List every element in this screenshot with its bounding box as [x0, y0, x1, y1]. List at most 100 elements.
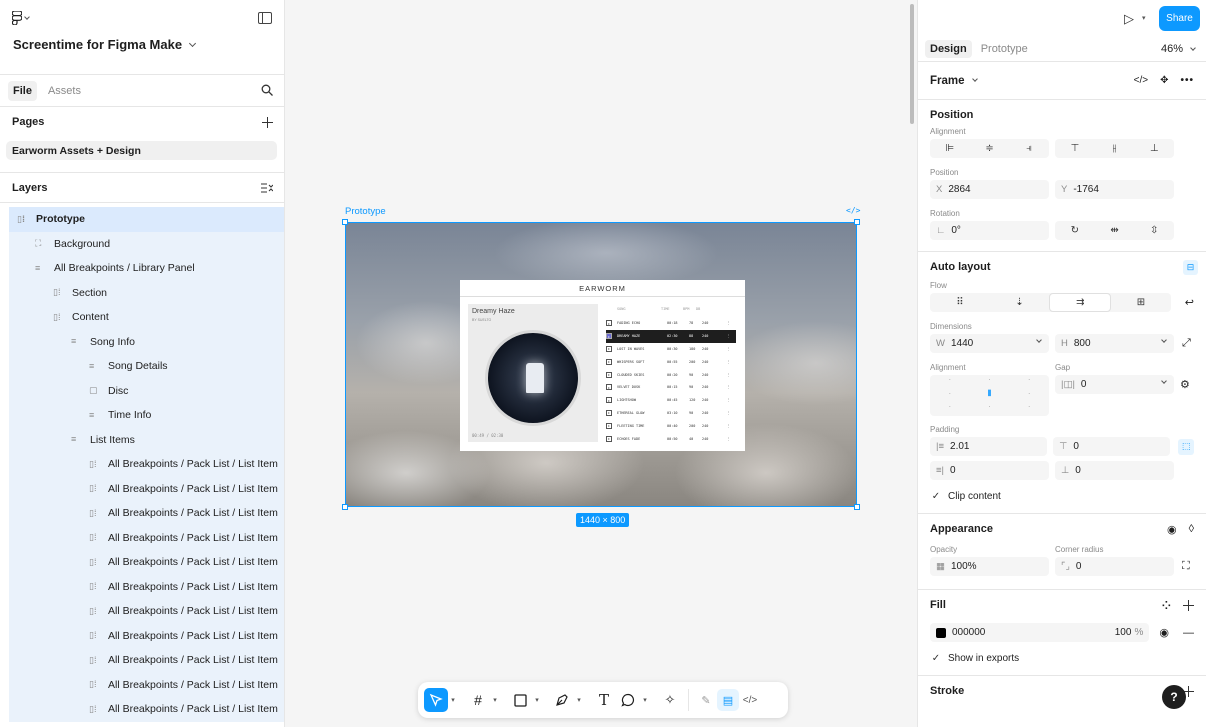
add-page-icon[interactable] [262, 116, 273, 128]
rotate-icon[interactable]: ↻ [1055, 221, 1095, 240]
resize-to-fit-icon[interactable]: ⤢ [1182, 337, 1191, 350]
layer-row[interactable]: ≡ List Items [9, 427, 284, 452]
layer-row[interactable]: ▯⁞ All Breakpoints / Pack List / List Ite… [9, 648, 284, 673]
align-center-v-icon[interactable]: ⫲ [1095, 139, 1135, 158]
actions-tool-button[interactable]: ✧ [658, 688, 682, 712]
layer-row[interactable]: ▯⁞ Content [9, 305, 284, 330]
rotation-field[interactable]: ∟ 0° [930, 221, 1049, 240]
chevron-down-icon[interactable]: ▾ [490, 696, 500, 704]
tab-file[interactable]: File [8, 80, 37, 101]
resize-handle[interactable] [342, 504, 348, 510]
layer-row[interactable]: ▯⁞ All Breakpoints / Pack List / List Ite… [9, 574, 284, 599]
gap-field[interactable]: |◫| 0 [1055, 375, 1174, 394]
checkmark-icon[interactable]: ✓ [930, 652, 942, 664]
canvas-scrollbar[interactable] [910, 4, 914, 124]
remove-fill-icon[interactable]: — [1183, 627, 1194, 639]
checkmark-icon[interactable]: ✓ [930, 490, 942, 502]
width-field[interactable]: W 1440 [930, 334, 1049, 353]
chevron-down-icon[interactable]: ▾ [448, 696, 458, 704]
chevron-down-icon[interactable]: ▾ [532, 696, 542, 704]
y-field[interactable]: Y -1764 [1055, 180, 1174, 199]
chevron-down-icon[interactable]: ▾ [1142, 14, 1146, 22]
chevron-down-icon[interactable]: ▾ [640, 696, 650, 704]
comment-tool-button[interactable] [616, 688, 640, 712]
padding-right-field[interactable]: ≡| 0 [930, 461, 1049, 480]
layer-row[interactable]: ≡ Time Info [9, 403, 284, 428]
layer-row[interactable]: ≡ All Breakpoints / Library Panel [9, 256, 284, 281]
expand-corners-icon[interactable]: ⛶ [1182, 560, 1190, 573]
flip-vertical-icon[interactable]: ⇳ [1134, 221, 1174, 240]
chevron-down-icon[interactable]: ▾ [574, 696, 584, 704]
clip-content-row[interactable]: ✓ Clip content [930, 485, 1194, 507]
help-button[interactable]: ? [1162, 685, 1186, 709]
selection-type-dropdown[interactable]: Frame [930, 75, 978, 87]
layer-row[interactable]: ⛶ Background [9, 231, 284, 256]
dev-mode-button[interactable]: </> [739, 689, 761, 711]
component-icon[interactable]: ✥ [1160, 75, 1168, 86]
pen-tool-button[interactable] [550, 688, 574, 712]
vertical-flow-icon[interactable]: ⇣ [990, 293, 1050, 312]
padding-top-field[interactable]: ⊤ 0 [1053, 437, 1171, 456]
tab-assets[interactable]: Assets [43, 81, 86, 101]
align-bottom-icon[interactable]: ⊥ [1134, 139, 1174, 158]
design-mode-button[interactable]: ▤ [717, 689, 739, 711]
show-in-exports-row[interactable]: ✓ Show in exports [930, 647, 1194, 669]
padding-left-field[interactable]: |≡ 2.01 [930, 437, 1048, 456]
blend-mode-icon[interactable]: ◊ [1189, 523, 1194, 536]
layer-row[interactable]: ▯⁞ All Breakpoints / Pack List / List Ite… [9, 550, 284, 575]
file-name-button[interactable]: Screentime for Figma Make [13, 37, 197, 52]
horizontal-flow-icon[interactable]: ⇉ [1049, 293, 1112, 312]
main-menu-button[interactable] [12, 11, 30, 25]
layer-row[interactable]: ▯⁞ All Breakpoints / Pack List / List Ite… [9, 672, 284, 697]
code-icon[interactable]: </> [1134, 75, 1148, 86]
add-fill-icon[interactable] [1183, 599, 1194, 611]
share-button[interactable]: Share [1159, 6, 1200, 31]
resize-handle[interactable] [342, 219, 348, 225]
align-center-h-icon[interactable]: ≑ [970, 139, 1010, 158]
flip-horizontal-icon[interactable]: ⇹ [1095, 221, 1135, 240]
x-field[interactable]: X 2864 [930, 180, 1049, 199]
layer-row[interactable]: ▯⁞ All Breakpoints / Pack List / List Ite… [9, 599, 284, 624]
play-icon[interactable]: ▷ [1124, 11, 1134, 27]
layer-row[interactable]: ▯⁞ Prototype [9, 207, 284, 232]
padding-bottom-field[interactable]: ⊥ 0 [1055, 461, 1174, 480]
layer-row[interactable]: ▢ Disc [9, 378, 284, 403]
layer-row[interactable]: ≡ Song Details [9, 354, 284, 379]
layer-row[interactable]: ▯⁞ All Breakpoints / Pack List / List Ite… [9, 452, 284, 477]
individual-padding-icon[interactable]: ⬚ [1178, 438, 1194, 455]
layer-row[interactable]: ▯⁞ All Breakpoints / Pack List / List Ite… [9, 501, 284, 526]
tab-prototype[interactable]: Prototype [976, 40, 1033, 58]
align-top-icon[interactable]: ⊤ [1055, 139, 1095, 158]
layer-row[interactable]: ▯⁞ All Breakpoints / Pack List / List Ite… [9, 697, 284, 722]
grid-flow-icon[interactable]: ⊞ [1111, 293, 1171, 312]
code-icon[interactable]: </> [846, 206, 860, 215]
zoom-control[interactable]: 46% [1161, 43, 1196, 55]
move-tool-button[interactable] [424, 688, 448, 712]
text-tool-button[interactable]: T [592, 688, 616, 712]
resize-handle[interactable] [854, 504, 860, 510]
resize-handle[interactable] [854, 219, 860, 225]
collapse-layers-icon[interactable] [261, 182, 273, 193]
prototype-frame[interactable]: EARWORM Dreamy Haze BY SUELTO 00:49 / 02… [345, 222, 857, 507]
search-icon[interactable] [261, 84, 273, 96]
sidebar-toggle-icon[interactable] [258, 12, 272, 24]
eye-icon[interactable]: ◉ [1167, 523, 1177, 536]
align-left-icon[interactable]: ⊫ [930, 139, 970, 158]
auto-layout-settings-icon[interactable]: ⊟ [1183, 260, 1198, 275]
page-item[interactable]: Earworm Assets + Design [6, 141, 277, 160]
layout-settings-icon[interactable]: ⚙ [1180, 378, 1190, 416]
layer-row[interactable]: ▯⁞ All Breakpoints / Pack List / List Ite… [9, 623, 284, 648]
corner-radius-field[interactable]: ⌜⌟ 0 [1055, 557, 1174, 576]
wrap-icon[interactable]: ↩ [1185, 296, 1194, 309]
styles-icon[interactable]: ⁘ [1162, 599, 1171, 612]
opacity-field[interactable]: ▦ 100% [930, 557, 1049, 576]
frame-tool-button[interactable]: # [466, 688, 490, 712]
freeform-icon[interactable]: ⠿ [930, 293, 990, 312]
layer-row[interactable]: ▯⁞ All Breakpoints / Pack List / List Ite… [9, 525, 284, 550]
frame-label[interactable]: Prototype [345, 206, 386, 217]
fill-color-field[interactable]: 000000 100 % [930, 623, 1150, 642]
align-right-icon[interactable]: ⫣ [1009, 139, 1049, 158]
color-swatch[interactable] [936, 627, 946, 638]
draw-mode-button[interactable]: ✎ [695, 689, 717, 711]
eye-icon[interactable]: ◉ [1159, 626, 1169, 639]
